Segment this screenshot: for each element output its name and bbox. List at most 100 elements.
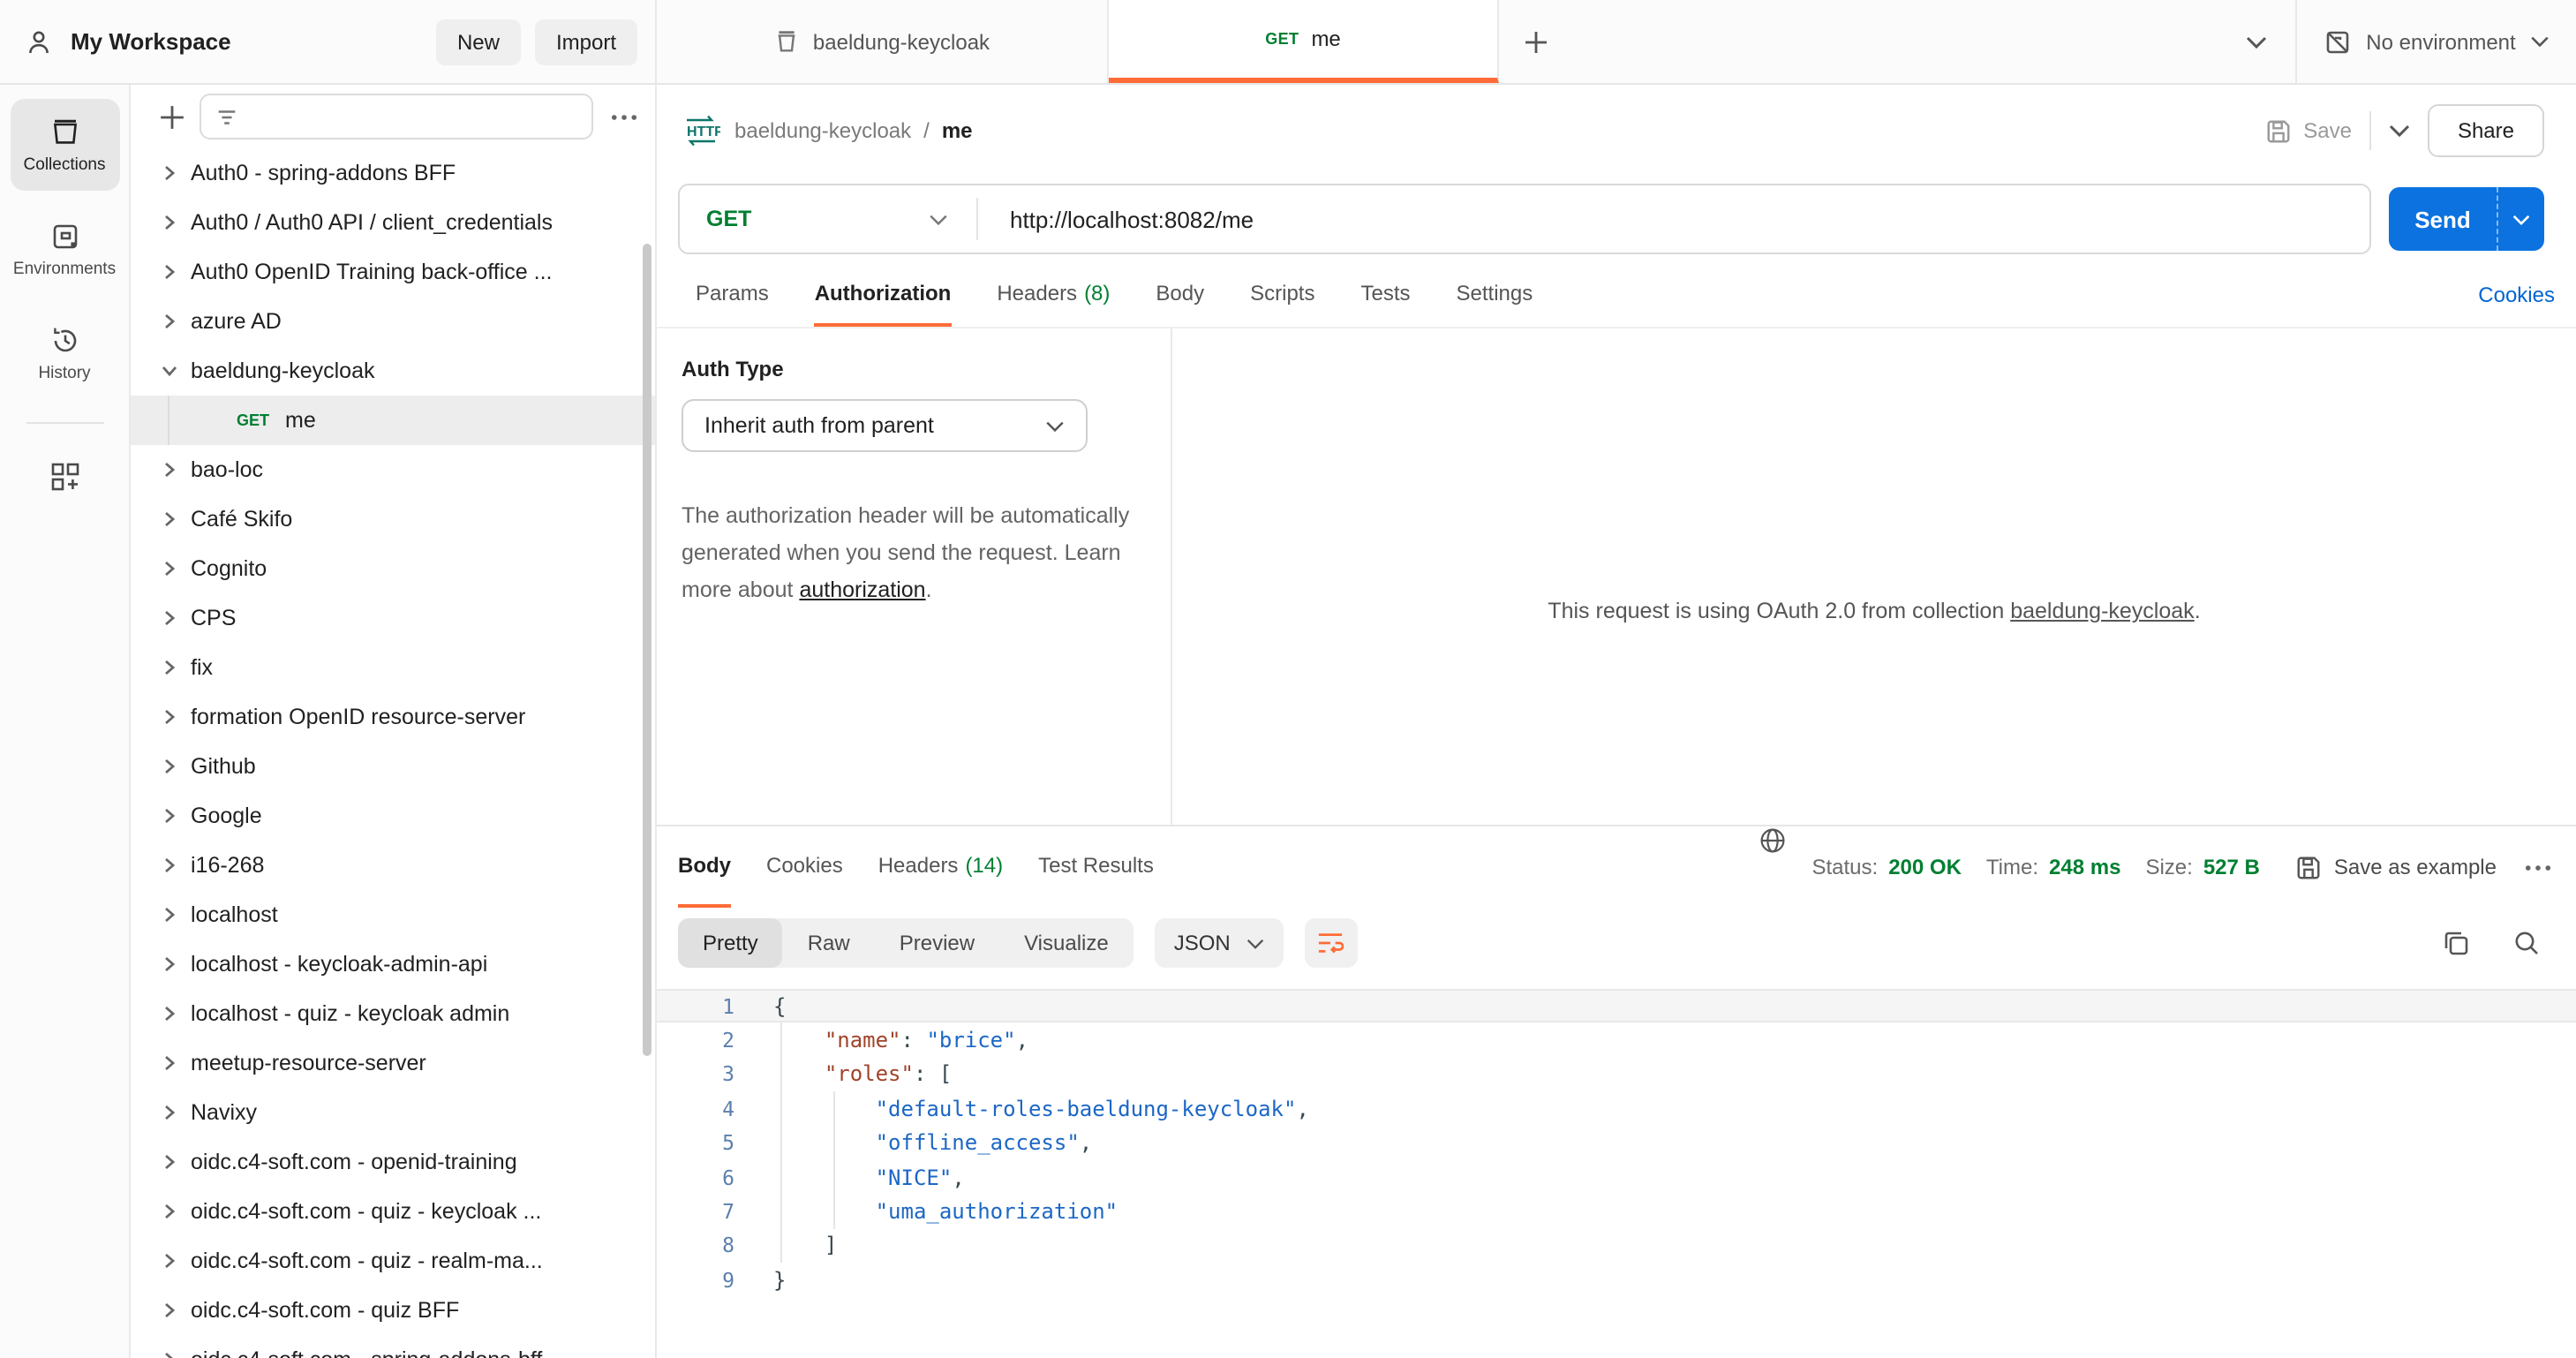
tab-tests[interactable]: Tests — [1361, 261, 1411, 327]
sidebar-item-bao-loc[interactable]: bao-loc — [131, 445, 655, 494]
add-collection-icon[interactable] — [159, 103, 185, 130]
tab-authorization[interactable]: Authorization — [814, 261, 952, 327]
sidebar-item-oidc-c4-soft-com-quiz-keycloak-[interactable]: oidc.c4-soft.com - quiz - keycloak ... — [131, 1187, 655, 1236]
chevron-down-icon[interactable] — [161, 362, 178, 380]
sidebar-item-baeldung-keycloak[interactable]: baeldung-keycloak — [131, 346, 655, 396]
sidebar-item-google[interactable]: Google — [131, 791, 655, 841]
chevron-right-icon[interactable] — [161, 164, 178, 182]
sidebar-item-i16-268[interactable]: i16-268 — [131, 841, 655, 890]
format-selector[interactable]: JSON — [1154, 918, 1284, 968]
collection-link[interactable]: baeldung-keycloak — [2010, 599, 2195, 623]
chevron-right-icon[interactable] — [161, 955, 178, 973]
workspace-title[interactable]: My Workspace — [71, 28, 422, 55]
globe-icon[interactable] — [1759, 826, 1787, 908]
new-tab-button[interactable] — [1499, 0, 1573, 83]
chevron-right-icon[interactable] — [161, 313, 178, 330]
search-icon[interactable] — [2512, 929, 2541, 957]
environment-selector[interactable]: No environment — [2297, 0, 2576, 83]
sidebar-item-cognito[interactable]: Cognito — [131, 544, 655, 593]
chevron-right-icon[interactable] — [161, 560, 178, 577]
breadcrumb-request[interactable]: me — [942, 118, 973, 143]
authorization-link[interactable]: authorization — [799, 577, 925, 602]
save-button[interactable]: Save — [2264, 117, 2352, 144]
time-badge[interactable]: Time: 248 ms — [1986, 826, 2121, 908]
chevron-right-icon[interactable] — [161, 1203, 178, 1220]
response-tab-headers[interactable]: Headers (14) — [878, 826, 1003, 908]
breadcrumb-collection[interactable]: baeldung-keycloak — [734, 118, 911, 143]
copy-icon[interactable] — [2442, 929, 2470, 957]
chevron-right-icon[interactable] — [161, 1301, 178, 1319]
sidebar-item-azure-ad[interactable]: azure AD — [131, 297, 655, 346]
response-tab-cookies[interactable]: Cookies — [766, 826, 843, 908]
size-badge[interactable]: Size: 527 B — [2145, 826, 2259, 908]
view-mode-visualize[interactable]: Visualize — [999, 918, 1134, 968]
response-more-icon[interactable] — [2525, 826, 2551, 908]
user-icon[interactable] — [25, 27, 53, 56]
sidebar-item-oidc-c4-soft-com-spring-addons-bff[interactable]: oidc.c4-soft.com - spring-addons-bff — [131, 1335, 655, 1358]
tab-overflow-chevron-icon[interactable] — [2218, 0, 2297, 83]
sidebar-item-localhost-keycloak-admin-api[interactable]: localhost - keycloak-admin-api — [131, 939, 655, 989]
sidebar-item-formation-openid-resource-server[interactable]: formation OpenID resource-server — [131, 692, 655, 742]
rail-item-history[interactable]: History — [10, 307, 119, 399]
sidebar-item-localhost-quiz-keycloak-admin[interactable]: localhost - quiz - keycloak admin — [131, 989, 655, 1038]
new-button[interactable]: New — [435, 19, 521, 64]
response-tab-test-results[interactable]: Test Results — [1038, 826, 1154, 908]
sidebar-item-cps[interactable]: CPS — [131, 593, 655, 643]
sidebar-item-meetup-resource-server[interactable]: meetup-resource-server — [131, 1038, 655, 1088]
rail-item-environments[interactable]: Environments — [10, 203, 119, 295]
tab-params[interactable]: Params — [696, 261, 769, 327]
sidebar-item-auth0-auth0-api-client-credentials[interactable]: Auth0 / Auth0 API / client_credentials — [131, 198, 655, 247]
chevron-right-icon[interactable] — [161, 659, 178, 676]
tab-headers[interactable]: Headers (8) — [997, 261, 1110, 327]
send-label[interactable]: Send — [2389, 187, 2497, 251]
sidebar-item-oidc-c4-soft-com-openid-training[interactable]: oidc.c4-soft.com - openid-training — [131, 1137, 655, 1187]
chevron-right-icon[interactable] — [161, 214, 178, 231]
sidebar-item-oidc-c4-soft-com-quiz-realm-ma-[interactable]: oidc.c4-soft.com - quiz - realm-ma... — [131, 1236, 655, 1286]
sidebar-item-navixy[interactable]: Navixy — [131, 1088, 655, 1137]
chevron-right-icon[interactable] — [161, 1005, 178, 1022]
response-tab-body[interactable]: Body — [678, 826, 731, 908]
chevron-right-icon[interactable] — [161, 263, 178, 281]
sidebar-request-me[interactable]: GET me — [131, 396, 655, 445]
wrap-text-button[interactable] — [1304, 918, 1358, 968]
chevron-right-icon[interactable] — [161, 708, 178, 726]
sidebar-scrollbar[interactable] — [643, 244, 652, 1056]
chevron-right-icon[interactable] — [161, 1104, 178, 1121]
view-mode-preview[interactable]: Preview — [875, 918, 999, 968]
method-selector[interactable]: GET — [680, 207, 976, 231]
auth-type-select[interactable]: Inherit auth from parent — [682, 399, 1088, 452]
sidebar-item-fix[interactable]: fix — [131, 643, 655, 692]
view-mode-raw[interactable]: Raw — [783, 918, 875, 968]
send-button[interactable]: Send — [2389, 187, 2544, 251]
sidebar-item-caf-skifo[interactable]: Café Skifo — [131, 494, 655, 544]
sidebar-item-localhost[interactable]: localhost — [131, 890, 655, 939]
apps-plus-icon[interactable] — [10, 445, 119, 509]
chevron-right-icon[interactable] — [161, 1153, 178, 1171]
send-options-chevron-icon[interactable] — [2497, 187, 2544, 251]
status-badge[interactable]: Status: 200 OK — [1811, 826, 1961, 908]
chevron-right-icon[interactable] — [161, 510, 178, 528]
chevron-right-icon[interactable] — [161, 758, 178, 775]
chevron-right-icon[interactable] — [161, 1054, 178, 1072]
tab-scripts[interactable]: Scripts — [1250, 261, 1314, 327]
chevron-right-icon[interactable] — [161, 906, 178, 924]
save-as-example-button[interactable]: Save as example — [2295, 826, 2497, 908]
sidebar-more-icon[interactable] — [611, 112, 637, 121]
chevron-right-icon[interactable] — [161, 807, 178, 825]
share-button[interactable]: Share — [2427, 104, 2544, 157]
tab-settings[interactable]: Settings — [1457, 261, 1533, 327]
cookies-link[interactable]: Cookies — [2478, 261, 2555, 327]
import-button[interactable]: Import — [534, 19, 637, 64]
sidebar-filter-input[interactable] — [200, 94, 593, 140]
chevron-right-icon[interactable] — [161, 1252, 178, 1270]
url-input[interactable]: http://localhost:8082/me — [978, 206, 2369, 232]
chevron-right-icon[interactable] — [161, 856, 178, 874]
view-mode-pretty[interactable]: Pretty — [678, 918, 783, 968]
sidebar-item-oidc-c4-soft-com-quiz-bff[interactable]: oidc.c4-soft.com - quiz BFF — [131, 1286, 655, 1335]
tab-baeldung-keycloak[interactable]: baeldung-keycloak — [657, 0, 1109, 83]
response-body-editor[interactable]: 1{2 "name": "brice", 3 "roles": [4 "defau… — [657, 978, 2576, 1297]
tab-me[interactable]: GET me — [1109, 0, 1499, 83]
sidebar-item-auth0-openid-training-back-office-[interactable]: Auth0 OpenID Training back-office ... — [131, 247, 655, 297]
chevron-right-icon[interactable] — [161, 609, 178, 627]
chevron-right-icon[interactable] — [161, 461, 178, 479]
